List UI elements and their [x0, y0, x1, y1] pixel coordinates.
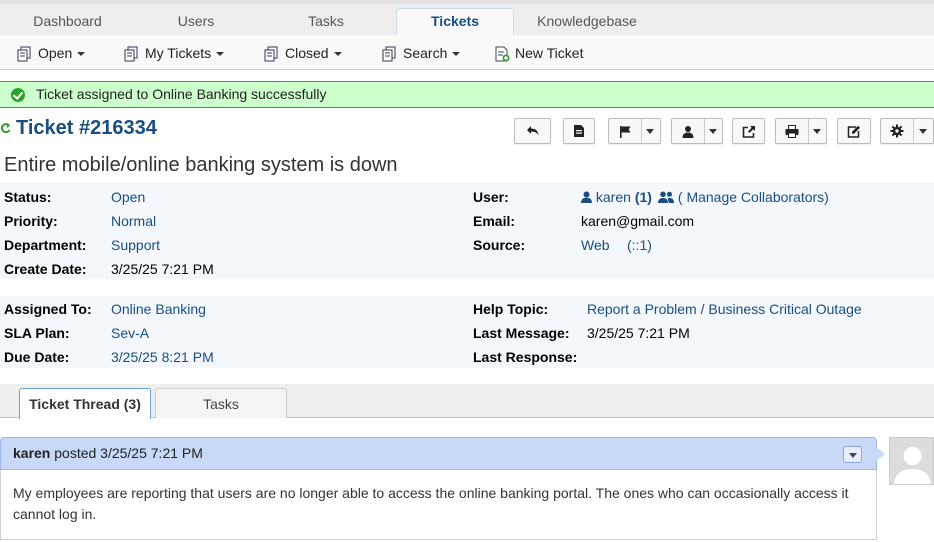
open-label: Open [38, 45, 73, 61]
chevron-down-icon [646, 129, 654, 134]
create-date-value: 3/25/25 7:21 PM [111, 261, 214, 277]
user-value[interactable]: karen (1) [581, 189, 652, 205]
help-topic-value: Report a Problem / Business Critical Out… [587, 301, 862, 317]
print-icon [785, 124, 799, 138]
tickets-icon [124, 46, 138, 62]
sub-navigation: Open My Tickets Closed Search New Ticket [0, 35, 934, 70]
user-name: karen [595, 189, 631, 205]
my-tickets-menu[interactable]: My Tickets [124, 43, 225, 63]
closed-tickets-menu[interactable]: Closed [264, 43, 342, 63]
source-label: Source: [473, 237, 526, 253]
assigned-to-label: Assigned To: [4, 301, 92, 317]
sla-plan-label: SLA Plan: [4, 325, 70, 341]
chevron-down-icon [452, 52, 461, 57]
entry-options-dropdown[interactable] [843, 446, 862, 463]
avatar [889, 437, 934, 485]
email-value: karen@gmail.com [581, 213, 695, 229]
refresh-icon[interactable] [0, 121, 11, 137]
share-icon [742, 125, 755, 138]
priority-label: Priority: [4, 213, 58, 229]
reply-button[interactable] [514, 118, 551, 144]
check-circle-icon [11, 88, 25, 102]
new-ticket-button[interactable]: New Ticket [494, 43, 583, 63]
ticket-title[interactable]: Ticket #216334 [16, 117, 157, 140]
create-date-label: Create Date: [4, 261, 87, 277]
ticket-info-assignment: Assigned To: Online Banking SLA Plan: Se… [0, 296, 934, 368]
flag-icon [619, 125, 631, 138]
email-label: Email: [473, 213, 516, 229]
my-tickets-label: My Tickets [145, 45, 212, 61]
chevron-down-icon [813, 129, 821, 134]
tickets-icon [264, 46, 278, 62]
chevron-down-icon [919, 129, 927, 134]
user-icon [581, 191, 592, 203]
entry-author: karen [13, 445, 51, 461]
tab-tasks[interactable]: Tasks [155, 388, 287, 418]
chevron-down-icon [216, 52, 225, 57]
top-navigation: Dashboard Users Tasks Tickets Knowledgeb… [0, 0, 934, 40]
collaborators-label: ( Manage Collaborators) [677, 189, 829, 205]
source-value: Web [581, 237, 610, 253]
ticket-info-primary: Status: Open Priority: Normal Department… [0, 183, 934, 279]
manage-collaborators-link[interactable]: ( Manage Collaborators) [658, 189, 829, 205]
source-ip: (::1) [627, 237, 652, 253]
help-topic-label: Help Topic: [473, 301, 549, 317]
assign-dropdown[interactable] [671, 118, 723, 144]
reply-icon [526, 126, 538, 136]
thread-entry-header: karen posted 3/25/25 7:21 PM [0, 437, 885, 470]
last-response-label: Last Response: [473, 349, 578, 365]
user-label: User: [473, 189, 509, 205]
users-icon [658, 191, 674, 203]
thread-entry-body: My employees are reporting that users ar… [0, 470, 877, 540]
tickets-icon [382, 46, 396, 62]
status-value: Open [111, 189, 146, 205]
tab-ticket-thread[interactable]: Ticket Thread (3) [19, 388, 151, 419]
chevron-down-icon [709, 129, 717, 134]
chevron-down-icon [333, 52, 342, 57]
last-message-label: Last Message: [473, 325, 570, 341]
user-icon [682, 125, 694, 138]
edit-icon [847, 125, 860, 138]
department-label: Department: [4, 237, 87, 253]
print-dropdown[interactable] [775, 118, 827, 144]
entry-posted: posted 3/25/25 7:21 PM [54, 445, 203, 461]
gear-icon [890, 124, 904, 138]
new-ticket-label: New Ticket [515, 45, 584, 61]
note-icon [574, 125, 584, 137]
flag-dropdown[interactable] [608, 118, 661, 144]
settings-dropdown[interactable] [880, 118, 934, 144]
user-ticket-count: (1) [634, 189, 652, 205]
assigned-to-value: Online Banking [111, 301, 206, 317]
status-label: Status: [4, 189, 52, 205]
closed-label: Closed [285, 45, 329, 61]
sla-plan-value: Sev-A [111, 325, 150, 341]
open-tickets-menu[interactable]: Open [17, 43, 86, 63]
due-date-value: 3/25/25 8:21 PM [111, 349, 214, 365]
transfer-button[interactable] [732, 118, 765, 144]
thread-tabs: Ticket Thread (3) Tasks [0, 384, 934, 419]
new-ticket-icon [495, 46, 510, 62]
search-menu[interactable]: Search [382, 43, 461, 63]
edit-button[interactable] [837, 118, 871, 144]
chevron-down-icon [77, 52, 86, 57]
due-date-label: Due Date: [4, 349, 70, 365]
search-label: Search [403, 45, 448, 61]
post-note-button[interactable] [563, 118, 595, 144]
last-message-value: 3/25/25 7:21 PM [587, 325, 690, 341]
tickets-icon [17, 46, 31, 62]
department-value: Support [111, 237, 161, 253]
priority-value: Normal [111, 213, 157, 229]
success-notice: Ticket assigned to Online Banking succes… [0, 81, 934, 108]
notice-message: Ticket assigned to Online Banking succes… [36, 86, 327, 102]
default-avatar-icon [894, 447, 931, 484]
ticket-subject: Entire mobile/online banking system is d… [4, 154, 398, 176]
